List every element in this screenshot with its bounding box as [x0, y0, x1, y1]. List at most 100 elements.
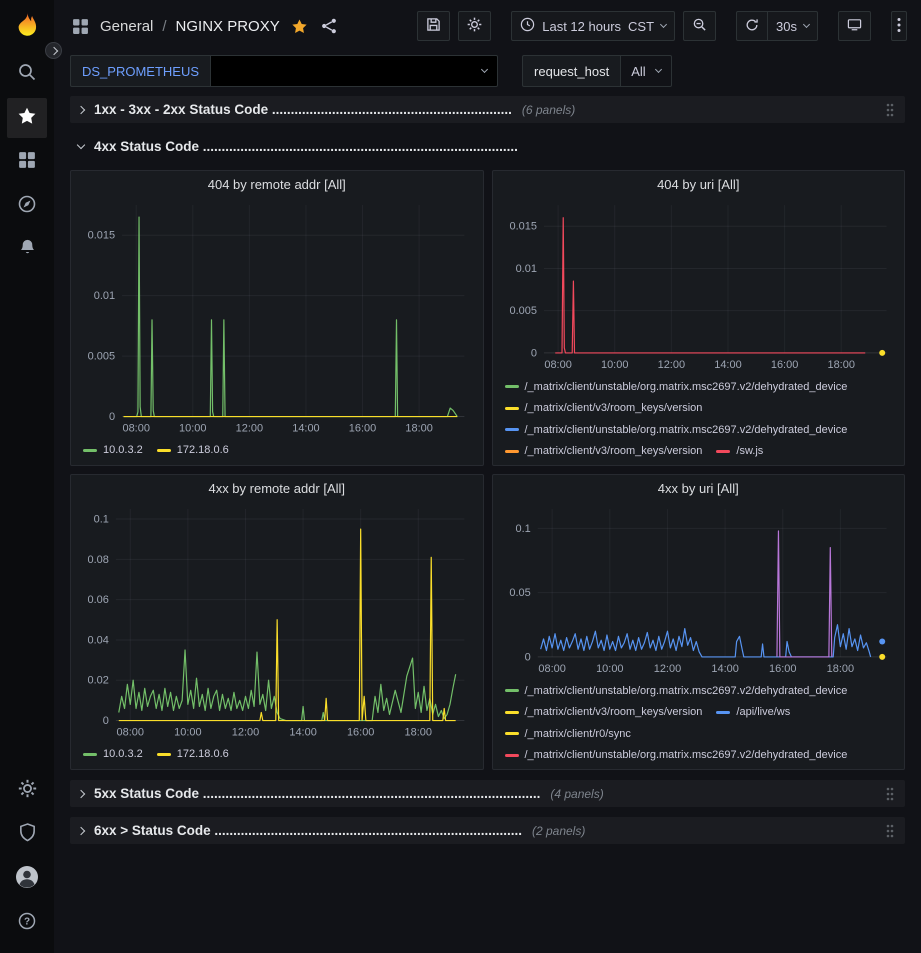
timezone-label: CST — [628, 19, 654, 34]
favorite-star-icon[interactable] — [289, 16, 310, 37]
svg-text:0.04: 0.04 — [88, 634, 109, 646]
toolbar-actions: Last 12 hours CST 30s — [417, 11, 907, 41]
legend-color-mark — [157, 449, 171, 452]
sidebar-item-server-admin[interactable] — [7, 815, 47, 855]
legend-item[interactable]: /_matrix/client/r0/sync — [505, 724, 631, 744]
svg-text:16:00: 16:00 — [770, 359, 797, 371]
svg-text:18:00: 18:00 — [826, 663, 853, 675]
panel-title[interactable]: 404 by remote addr [All] — [71, 171, 483, 197]
search-icon — [17, 62, 37, 87]
legend-item[interactable]: /_matrix/client/unstable/org.matrix.msc2… — [505, 420, 848, 440]
svg-text:0.015: 0.015 — [88, 230, 115, 242]
zoom-out-button[interactable] — [683, 11, 716, 41]
svg-text:08:00: 08:00 — [122, 423, 149, 435]
grafana-logo-icon[interactable] — [12, 10, 42, 40]
svg-text:16:00: 16:00 — [347, 727, 374, 739]
row-title: 1xx - 3xx - 2xx Status Code ............… — [94, 102, 512, 117]
sidebar-expand-toggle[interactable] — [45, 42, 62, 59]
main-area: General / NGINX PROXY Last 12 hours CST — [54, 0, 921, 953]
sidebar-item-configuration[interactable] — [7, 771, 47, 811]
legend-item[interactable]: /_matrix/client/unstable/org.matrix.msc2… — [505, 681, 848, 701]
variable-value-request-host[interactable]: All — [620, 55, 671, 87]
legend-item[interactable]: 172.18.0.6 — [157, 440, 229, 460]
legend-label: /_matrix/client/r0/sync — [525, 724, 631, 744]
svg-text:?: ? — [24, 916, 30, 927]
share-icon[interactable] — [319, 16, 339, 36]
legend: /_matrix/client/unstable/org.matrix.msc2… — [493, 677, 905, 769]
svg-text:14:00: 14:00 — [714, 359, 741, 371]
legend: 10.0.3.2 172.18.0.6 — [71, 437, 483, 466]
chart-4xx-by-remote-addr[interactable]: 08:0010:0012:0014:0016:0018:0000.020.040… — [71, 501, 483, 741]
chart-4xx-by-uri[interactable]: 08:0010:0012:0014:0016:0018:0000.050.1 — [493, 501, 905, 677]
cycle-view-mode-button[interactable] — [838, 11, 871, 41]
panel-title[interactable]: 4xx by remote addr [All] — [71, 475, 483, 501]
save-icon — [426, 17, 441, 35]
time-range-label: Last 12 hours — [542, 19, 621, 34]
dashboard-settings-button[interactable] — [458, 11, 491, 41]
dashboard-body: 1xx - 3xx - 2xx Status Code ............… — [54, 90, 921, 953]
svg-text:0.1: 0.1 — [515, 523, 530, 535]
variable-label: DS_PROMETHEUS — [70, 55, 210, 87]
save-dashboard-button[interactable] — [417, 11, 450, 41]
row-header-1xx-3xx-2xx[interactable]: 1xx - 3xx - 2xx Status Code ............… — [70, 96, 905, 123]
variable-value-ds-prometheus[interactable] — [210, 55, 498, 87]
row-drag-handle[interactable] — [883, 784, 897, 804]
refresh-interval-select[interactable]: 30s — [768, 11, 818, 41]
legend-item[interactable]: /sw.js — [716, 441, 763, 461]
chart-404-by-remote-addr[interactable]: 08:0010:0012:0014:0016:0018:0000.0050.01… — [71, 197, 483, 437]
legend-item[interactable]: /api/live/ws — [716, 702, 790, 722]
row-drag-handle[interactable] — [883, 100, 897, 120]
legend-color-mark — [505, 754, 519, 757]
legend-item[interactable]: 10.0.3.2 — [83, 440, 143, 460]
star-icon — [17, 106, 37, 131]
row-header-6xx[interactable]: 6xx > Status Code ......................… — [70, 817, 905, 844]
legend-label: /_matrix/client/v3/room_keys/version — [525, 398, 703, 418]
legend-label: 10.0.3.2 — [103, 440, 143, 460]
user-avatar[interactable] — [7, 859, 47, 899]
legend-item[interactable]: /_matrix/client/v3/room_keys/version — [505, 702, 703, 722]
svg-text:0: 0 — [524, 651, 530, 663]
svg-text:0: 0 — [109, 411, 115, 423]
refresh-button[interactable] — [736, 11, 768, 41]
row-header-5xx[interactable]: 5xx Status Code ........................… — [70, 780, 905, 807]
row-title: 5xx Status Code ........................… — [94, 786, 540, 801]
sidebar-item-alerting[interactable] — [7, 230, 47, 270]
row-header-4xx[interactable]: 4xx Status Code ........................… — [70, 133, 905, 160]
svg-text:08:00: 08:00 — [538, 663, 565, 675]
legend-item[interactable]: 10.0.3.2 — [83, 744, 143, 764]
kebab-menu-button[interactable] — [891, 11, 907, 41]
gear-icon — [18, 779, 37, 803]
svg-text:12:00: 12:00 — [657, 359, 684, 371]
legend-label: /api/live/ws — [736, 702, 790, 722]
page-title: NGINX PROXY — [176, 18, 280, 35]
row-panel-count: (2 panels) — [532, 824, 585, 838]
svg-text:0.08: 0.08 — [88, 554, 109, 566]
svg-text:12:00: 12:00 — [653, 663, 680, 675]
panel-title[interactable]: 404 by uri [All] — [493, 171, 905, 197]
chart-404-by-uri[interactable]: 08:0010:0012:0014:0016:0018:0000.0050.01… — [493, 197, 905, 373]
sidebar-item-search[interactable] — [7, 54, 47, 94]
sidebar-item-favorites[interactable] — [7, 98, 47, 138]
legend-label: /_matrix/client/unstable/org.matrix.msc2… — [525, 745, 848, 765]
sidebar: ? — [0, 0, 54, 953]
legend-item[interactable]: /_matrix/client/unstable/org.matrix.msc2… — [505, 377, 848, 397]
svg-text:0.01: 0.01 — [515, 263, 536, 275]
sidebar-item-explore[interactable] — [7, 186, 47, 226]
row-title: 4xx Status Code ........................… — [94, 139, 518, 154]
sidebar-item-dashboards[interactable] — [7, 142, 47, 182]
dashboard-variables: DS_PROMETHEUS request_host All — [54, 52, 921, 90]
svg-text:0: 0 — [530, 347, 536, 359]
row-drag-handle[interactable] — [883, 821, 897, 841]
time-range-picker[interactable]: Last 12 hours CST — [511, 11, 675, 41]
panel-404-by-uri: 404 by uri [All] 08:0010:0012:0014:0016:… — [492, 170, 906, 466]
legend-item[interactable]: 172.18.0.6 — [157, 744, 229, 764]
bell-icon — [18, 238, 37, 262]
panel-title[interactable]: 4xx by uri [All] — [493, 475, 905, 501]
row-4xx-panels: 404 by remote addr [All] 08:0010:0012:00… — [70, 170, 905, 770]
legend-item[interactable]: /_matrix/client/v3/room_keys/version — [505, 398, 703, 418]
legend-item[interactable]: /_matrix/client/v3/room_keys/version — [505, 441, 703, 461]
legend-color-mark — [505, 428, 519, 431]
legend-item[interactable]: /_matrix/client/unstable/org.matrix.msc2… — [505, 745, 848, 765]
breadcrumb-folder[interactable]: General — [100, 18, 153, 35]
sidebar-item-help[interactable]: ? — [7, 903, 47, 943]
